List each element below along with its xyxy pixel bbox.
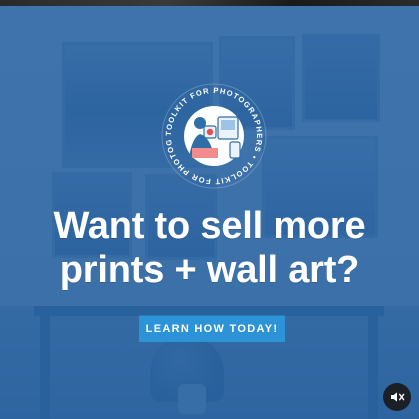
headline-line-1: Want to sell more <box>53 205 366 247</box>
toolkit-logo: TOOLKIT FOR PHOTOGRAPHERS • TOOLKIT FOR … <box>160 82 268 190</box>
headline: Want to sell more prints + wall art? <box>20 204 399 292</box>
headline-line-2: prints + wall art? <box>59 249 360 291</box>
learn-how-today-button[interactable]: LEARN HOW TODAY! <box>139 315 285 342</box>
mute-toggle-button[interactable] <box>383 383 411 411</box>
video-ad-frame[interactable]: TOOLKIT FOR PHOTOGRAPHERS • TOOLKIT FOR … <box>0 0 419 419</box>
speaker-muted-icon <box>389 389 405 405</box>
